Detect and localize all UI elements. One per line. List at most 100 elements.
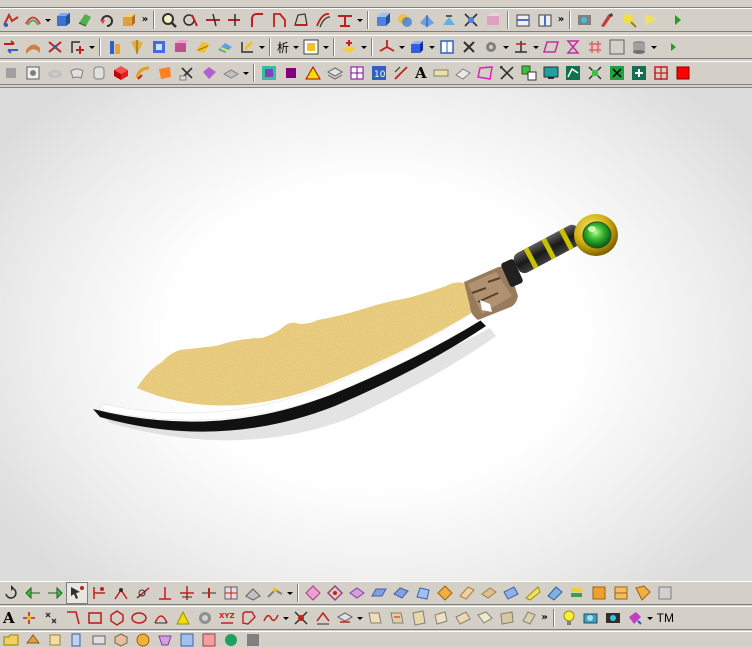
settings-dropdown-icon[interactable] [502,36,510,58]
select-frame-icon[interactable] [300,36,322,58]
light-icon[interactable] [618,9,640,31]
view-back-icon[interactable] [132,632,154,647]
paint-bucket-dropdown-icon[interactable] [646,607,654,629]
point-plus-icon[interactable] [18,607,40,629]
surface-icon[interactable] [22,36,44,58]
torus-icon[interactable] [44,62,66,84]
pattern-icon[interactable] [460,9,482,31]
panel-5-icon[interactable] [452,607,474,629]
sphere-icon[interactable] [66,62,88,84]
lightbulb-icon[interactable] [558,607,580,629]
orange-surface-icon[interactable] [154,62,176,84]
layers-icon[interactable] [66,36,88,58]
shape-icon[interactable] [0,9,22,31]
3d-viewport[interactable] [0,87,752,581]
view-bottom-icon[interactable] [154,632,176,647]
orange-box-icon[interactable] [588,582,610,604]
orange-diamond-icon[interactable] [434,582,456,604]
snap-point-icon[interactable] [88,582,110,604]
paint-icon[interactable] [596,9,618,31]
render-icon[interactable] [574,9,596,31]
cylinder-icon[interactable] [0,62,22,84]
shell-icon[interactable] [416,9,438,31]
spline-dropdown-icon[interactable] [282,607,290,629]
blue-surface-2-icon[interactable] [390,582,412,604]
dimension-icon[interactable] [430,62,452,84]
plane-icon[interactable] [338,36,360,58]
snap-tangent-icon[interactable] [132,582,154,604]
blue-wedge-icon[interactable] [544,582,566,604]
arrow-icon[interactable] [662,9,684,31]
zoom-icon[interactable] [158,9,180,31]
polygon-icon[interactable] [106,607,128,629]
panel-8-icon[interactable] [518,607,540,629]
measure-dropdown-icon[interactable] [532,36,540,58]
curve-icon[interactable] [22,9,44,31]
solid-box-dropdown-icon[interactable] [428,36,436,58]
view-icon[interactable] [170,36,192,58]
material-icon[interactable] [602,607,624,629]
fillet-corner-icon[interactable] [268,9,290,31]
solid-icon[interactable] [52,9,74,31]
stack-icon[interactable] [324,62,346,84]
split-icon[interactable] [512,9,534,31]
monitor-icon[interactable] [540,62,562,84]
view-top-icon[interactable] [88,632,110,647]
panel-3-icon[interactable] [408,607,430,629]
snap-perpendicular-icon[interactable] [154,582,176,604]
wrap-icon[interactable] [334,607,356,629]
triangle-icon[interactable] [172,607,194,629]
wrap-dropdown-icon[interactable] [356,607,364,629]
settings-icon[interactable] [480,36,502,58]
blue-panel-icon[interactable] [500,582,522,604]
offset-icon[interactable] [312,9,334,31]
snap-curve-dropdown-icon[interactable] [286,582,294,604]
spotlight-icon[interactable] [640,9,662,31]
project-icon[interactable] [312,607,334,629]
red-square-icon[interactable] [672,62,694,84]
view-right-icon[interactable] [198,632,220,647]
cut-icon[interactable] [176,62,198,84]
paint-bucket-icon[interactable] [624,607,646,629]
snap-mesh-icon[interactable] [220,582,242,604]
forward-icon[interactable] [658,36,680,58]
arc-icon[interactable] [150,607,172,629]
grid-table-icon[interactable] [346,62,368,84]
coordinate-dropdown-icon[interactable] [398,36,406,58]
rectangle-icon[interactable] [84,607,106,629]
tan-surface-icon[interactable] [456,582,478,604]
snap-corner-icon[interactable] [110,582,132,604]
panel-7-icon[interactable] [496,607,518,629]
twist-icon[interactable] [44,36,66,58]
blue-surface-icon[interactable] [368,582,390,604]
draft-icon[interactable] [438,9,460,31]
points-icon[interactable] [40,607,62,629]
open-file-icon[interactable] [0,632,22,647]
mirror-icon[interactable] [482,9,504,31]
swap-icon[interactable] [0,36,22,58]
split-vertical-icon[interactable] [534,9,556,31]
plane-flat-icon[interactable] [346,582,368,604]
sweep-icon[interactable] [132,62,154,84]
loft-icon[interactable] [74,9,96,31]
gray-box-icon[interactable] [220,62,242,84]
extrude-icon[interactable] [104,36,126,58]
snap-curve-icon[interactable] [264,582,286,604]
forward-arrow-icon[interactable] [44,582,66,604]
solid-box-icon[interactable] [406,36,428,58]
parallelogram-icon[interactable] [540,36,562,58]
trim-icon[interactable] [202,9,224,31]
group-icon[interactable] [518,62,540,84]
purple-shape-icon[interactable] [198,62,220,84]
line-icon[interactable] [62,607,84,629]
yellow-wedge-icon[interactable] [522,582,544,604]
diamond-frame-icon[interactable] [324,582,346,604]
blue-surface-3-icon[interactable] [412,582,434,604]
orange-box-2-icon[interactable] [610,582,632,604]
more-tools-chevron-icon[interactable]: » [140,9,150,31]
view-iso-icon[interactable] [110,632,132,647]
database-icon[interactable] [628,36,650,58]
bezier-icon[interactable] [562,62,584,84]
move-icon[interactable] [334,9,356,31]
snap-surface-icon[interactable] [242,582,264,604]
